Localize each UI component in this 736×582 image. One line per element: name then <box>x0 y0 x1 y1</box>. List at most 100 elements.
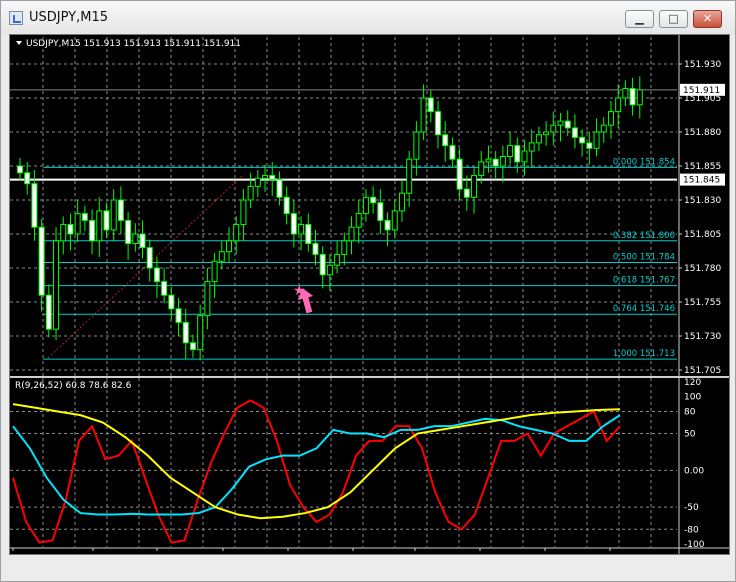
candle-body <box>189 342 196 351</box>
candle-body <box>398 192 405 212</box>
candle-body <box>269 175 276 181</box>
fib-level-label: 0.618 151.767 <box>613 276 675 286</box>
candle-body <box>254 177 261 187</box>
candle-body <box>384 219 391 231</box>
candle-body <box>615 97 622 113</box>
candle-body <box>233 223 240 242</box>
candle-body <box>182 321 189 344</box>
candle-body <box>586 142 593 149</box>
candle-body <box>406 158 413 194</box>
candle-body <box>435 111 441 136</box>
candle-body <box>543 131 550 136</box>
candle-body <box>24 172 31 185</box>
candle-body <box>535 134 542 144</box>
candle-body <box>471 175 478 198</box>
candle-body <box>528 142 535 152</box>
candle-body <box>312 243 319 255</box>
candle-body <box>132 233 139 245</box>
candle-body <box>557 120 564 126</box>
price-tick-label: 151.780 <box>684 264 721 274</box>
candle-body <box>550 124 557 133</box>
candle-body <box>226 240 232 253</box>
candle-body <box>514 145 521 163</box>
fib-level-label: 0.764 151.746 <box>613 304 675 314</box>
candle-body <box>579 136 586 144</box>
candle-body <box>125 219 132 245</box>
close-button[interactable]: ✕ <box>693 10 722 28</box>
price-tick-label: 151.730 <box>684 332 721 342</box>
window-title: USDJPY,M15 <box>29 10 108 25</box>
chart-window-icon <box>9 11 23 25</box>
indicator-tick-label: 120 <box>684 378 701 388</box>
candle-body <box>197 315 204 351</box>
candle-body <box>305 223 312 245</box>
indicator-tick-label: 50 <box>684 430 696 440</box>
fib-level-label: 0.382 151.800 <box>613 231 675 241</box>
indicator-tick-label: 80 <box>684 407 696 417</box>
candle-body <box>45 294 52 330</box>
candle-body <box>218 251 225 262</box>
candle-body <box>53 240 60 330</box>
candle-body <box>204 281 211 317</box>
candle-body <box>139 233 146 249</box>
candle-body <box>74 213 81 235</box>
candle-body <box>211 260 218 283</box>
candle-body <box>442 134 449 147</box>
candle-body <box>103 210 110 231</box>
price-tick-label: 151.830 <box>684 196 721 206</box>
candle-body <box>298 223 305 235</box>
candle-body <box>175 308 182 323</box>
symbol-dropdown-icon <box>16 41 22 45</box>
title-bar[interactable]: USDJPY,M15 ▁ □ ✕ <box>1 1 735 35</box>
candle-body <box>31 183 38 228</box>
candle-body <box>262 175 269 179</box>
candle-body <box>629 87 636 106</box>
candle-body <box>348 226 355 242</box>
candle-body <box>370 196 377 204</box>
candle-body <box>607 111 614 126</box>
candle-body <box>247 185 254 201</box>
candle-body <box>117 199 124 221</box>
candle-body <box>240 199 247 225</box>
candle-body <box>478 161 485 177</box>
candle-body <box>96 210 103 242</box>
indicator-cyan-line <box>12 414 621 516</box>
candle-body <box>564 120 571 129</box>
indicator-tick-label: -100 <box>684 540 705 550</box>
candle-body <box>326 264 333 276</box>
candle-body <box>153 267 160 283</box>
indicator-tick-label: -50 <box>684 503 699 513</box>
indicator-tick-label: 0.00 <box>684 466 704 476</box>
price-tick-label: 151.705 <box>684 366 721 376</box>
chart-canvas[interactable]: USDJPY,M15 151.913 151.913 151.911 151.9… <box>10 35 729 566</box>
price-tick-label: 151.930 <box>684 60 721 70</box>
candle-body <box>449 145 456 160</box>
maximize-button[interactable]: □ <box>659 10 688 28</box>
chart-area[interactable]: USDJPY,M15 151.913 151.913 151.911 151.9… <box>9 34 730 566</box>
candle-body <box>377 202 384 221</box>
candle-body <box>67 223 74 235</box>
price-tick-label: 151.855 <box>684 162 721 172</box>
candle-body <box>413 131 420 160</box>
indicator-yellow-line <box>12 403 621 520</box>
candle-body <box>81 213 88 221</box>
fib-level-label: 0.500 151.784 <box>613 253 675 263</box>
candle-body <box>355 213 362 228</box>
candle-body <box>636 89 643 106</box>
indicator-tick-label: -80 <box>684 525 699 535</box>
candle-body <box>283 196 290 215</box>
candle-body <box>521 150 528 163</box>
candle-body <box>17 165 23 174</box>
minimize-button[interactable]: ▁ <box>625 10 654 28</box>
candle-body <box>319 253 326 276</box>
candle-body <box>485 158 492 163</box>
candle-body <box>593 131 600 149</box>
candle-body <box>622 87 629 99</box>
candle-body <box>341 240 348 255</box>
chart-header: USDJPY,M15 151.913 151.913 151.911 151.9… <box>26 39 241 49</box>
candle-body <box>60 223 67 242</box>
candle-body <box>38 226 45 296</box>
price-tick-label: 151.805 <box>684 230 721 240</box>
candle-body <box>492 158 499 167</box>
indicator-red-line <box>12 399 621 544</box>
